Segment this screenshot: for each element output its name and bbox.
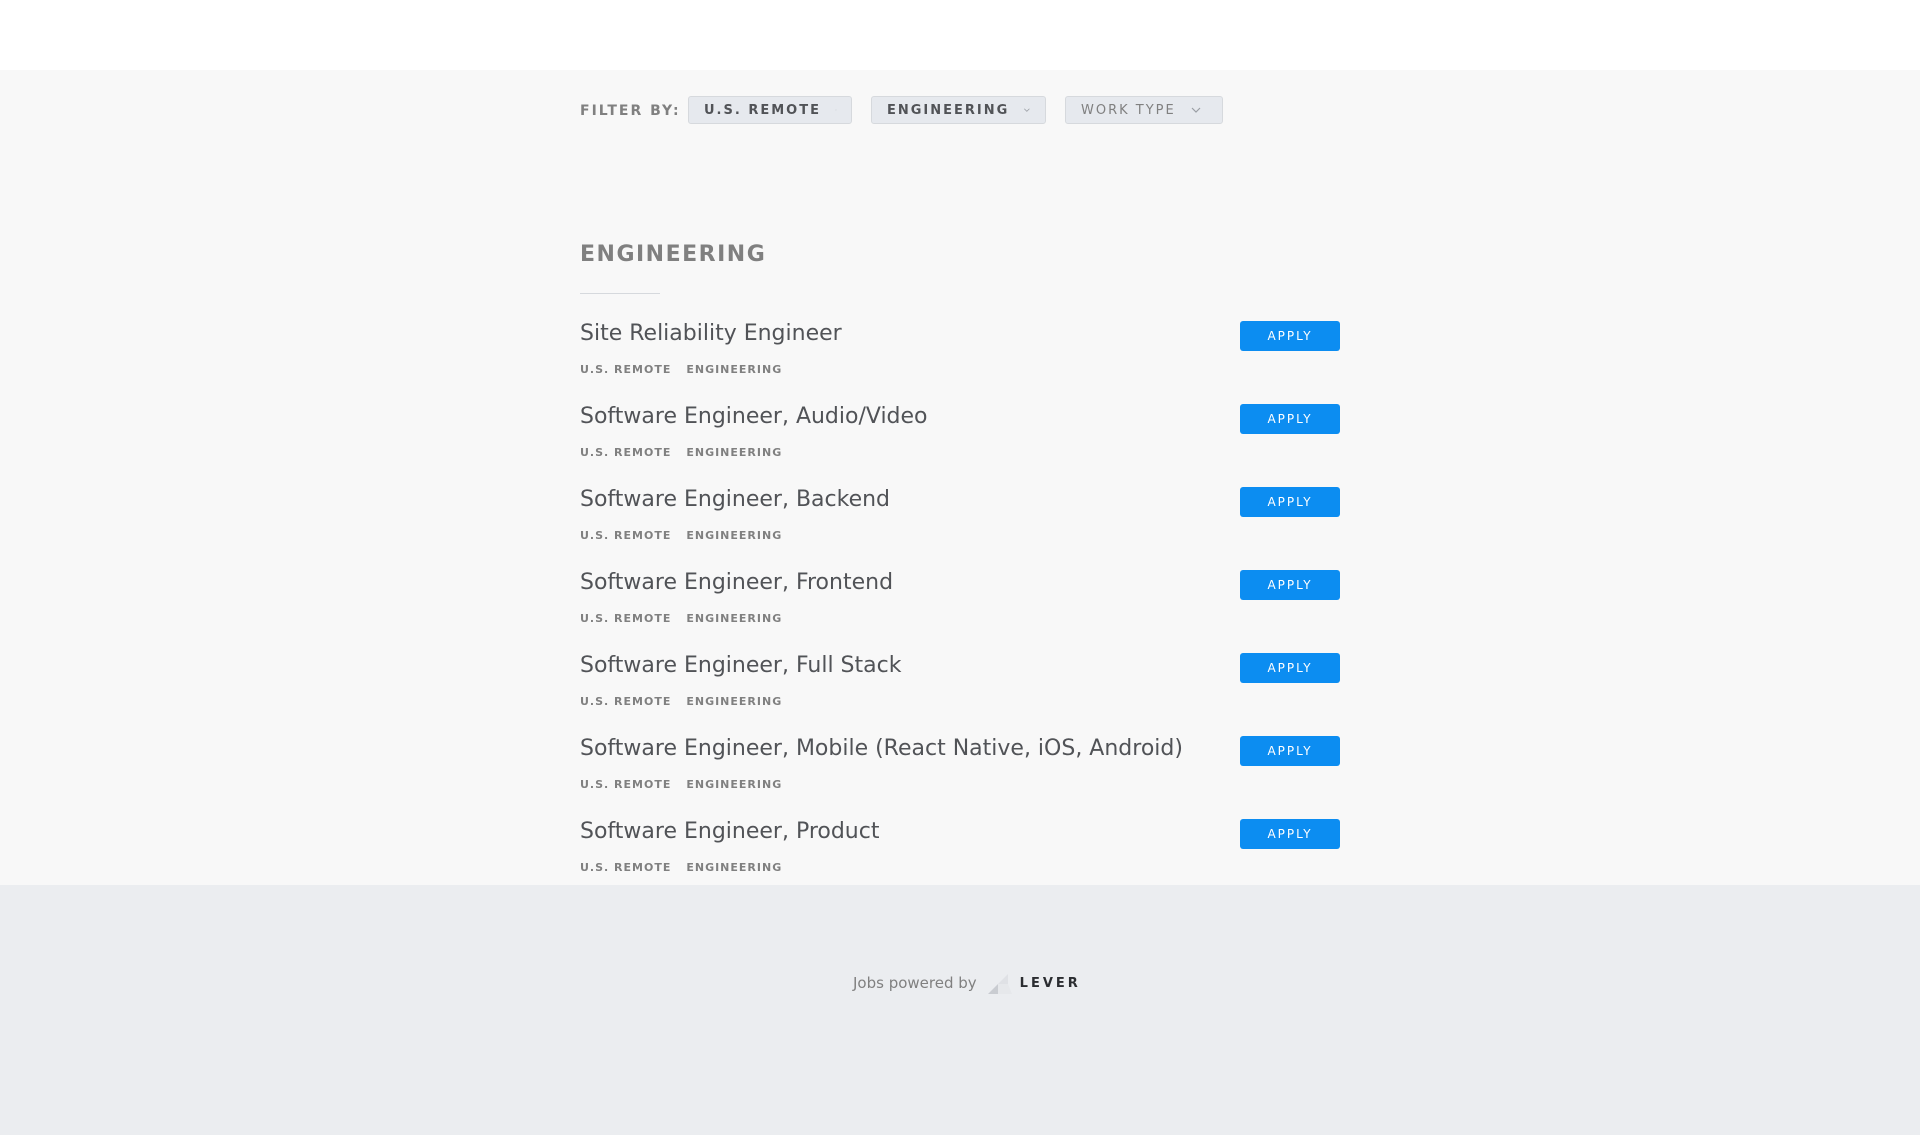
top-header-bar xyxy=(0,0,1920,70)
posting-location-tag: U.S. Remote xyxy=(580,529,672,542)
posting-team-tag: Engineering xyxy=(686,778,783,791)
chevron-down-icon xyxy=(1191,107,1201,113)
chevron-down-icon xyxy=(835,109,837,111)
posting-item: Software Engineer, Full Stack U.S. Remot… xyxy=(580,653,1340,736)
posting-tags: U.S. Remote Engineering xyxy=(580,363,797,376)
posting-title-link[interactable]: Software Engineer, Frontend xyxy=(580,570,893,595)
posting-title-link[interactable]: Software Engineer, Mobile (React Native,… xyxy=(580,736,1183,761)
posting-tags: U.S. Remote Engineering xyxy=(580,446,797,459)
posting-tags: U.S. Remote Engineering xyxy=(580,861,797,874)
posting-location-tag: U.S. Remote xyxy=(580,695,672,708)
posting-tags: U.S. Remote Engineering xyxy=(580,778,797,791)
posting-title-link[interactable]: Software Engineer, Product xyxy=(580,819,879,844)
posting-title-link[interactable]: Software Engineer, Full Stack xyxy=(580,653,901,678)
posting-team-tag: Engineering xyxy=(686,529,783,542)
apply-button[interactable]: Apply xyxy=(1240,404,1340,434)
posting-item: Software Engineer, Mobile (React Native,… xyxy=(580,736,1340,819)
posting-team-tag: Engineering xyxy=(686,363,783,376)
team-filter-dropdown[interactable]: Engineering xyxy=(871,96,1046,124)
apply-button[interactable]: Apply xyxy=(1240,819,1340,849)
location-filter-dropdown[interactable]: U.S. Remote xyxy=(688,96,852,124)
posting-title-link[interactable]: Site Reliability Engineer xyxy=(580,321,842,346)
posting-team-tag: Engineering xyxy=(686,446,783,459)
posting-location-tag: U.S. Remote xyxy=(580,612,672,625)
posting-team-tag: Engineering xyxy=(686,861,783,874)
powered-by-text: Jobs powered by xyxy=(853,974,977,992)
posting-location-tag: U.S. Remote xyxy=(580,363,672,376)
posting-item: Software Engineer, Audio/Video U.S. Remo… xyxy=(580,404,1340,487)
section-title: Engineering xyxy=(580,242,767,267)
location-filter-label: U.S. Remote xyxy=(704,102,821,118)
posting-title-link[interactable]: Software Engineer, Backend xyxy=(580,487,890,512)
team-filter-label: Engineering xyxy=(887,102,1010,118)
lever-logo-icon xyxy=(987,974,1012,994)
postings-list: Site Reliability Engineer U.S. Remote En… xyxy=(580,321,1340,902)
posting-item: Software Engineer, Frontend U.S. Remote … xyxy=(580,570,1340,653)
posting-item: Software Engineer, Backend U.S. Remote E… xyxy=(580,487,1340,570)
main-content: Filter by: U.S. Remote Engineering Work … xyxy=(0,70,1920,885)
posting-tags: U.S. Remote Engineering xyxy=(580,695,797,708)
posting-item: Site Reliability Engineer U.S. Remote En… xyxy=(580,321,1340,404)
posting-team-tag: Engineering xyxy=(686,695,783,708)
lever-logo-link[interactable]: LEVER xyxy=(986,970,1081,996)
powered-by: Jobs powered by LEVER xyxy=(853,970,1081,996)
posting-location-tag: U.S. Remote xyxy=(580,778,672,791)
posting-tags: U.S. Remote Engineering xyxy=(580,612,797,625)
posting-title-link[interactable]: Software Engineer, Audio/Video xyxy=(580,404,928,429)
posting-tags: U.S. Remote Engineering xyxy=(580,529,797,542)
apply-button[interactable]: Apply xyxy=(1240,321,1340,351)
filter-bar: Filter by: U.S. Remote Engineering Work … xyxy=(580,96,1340,126)
work-type-filter-dropdown[interactable]: Work type xyxy=(1065,96,1223,124)
posting-location-tag: U.S. Remote xyxy=(580,861,672,874)
work-type-filter-label: Work type xyxy=(1081,102,1176,118)
filter-label: Filter by: xyxy=(580,103,681,119)
chevron-down-icon xyxy=(1024,108,1030,112)
apply-button[interactable]: Apply xyxy=(1240,736,1340,766)
apply-button[interactable]: Apply xyxy=(1240,570,1340,600)
apply-button[interactable]: Apply xyxy=(1240,487,1340,517)
posting-team-tag: Engineering xyxy=(686,612,783,625)
section-divider xyxy=(580,293,660,294)
footer: Jobs powered by LEVER xyxy=(0,885,1920,1135)
posting-location-tag: U.S. Remote xyxy=(580,446,672,459)
lever-brand-text: LEVER xyxy=(1019,975,1081,991)
apply-button[interactable]: Apply xyxy=(1240,653,1340,683)
